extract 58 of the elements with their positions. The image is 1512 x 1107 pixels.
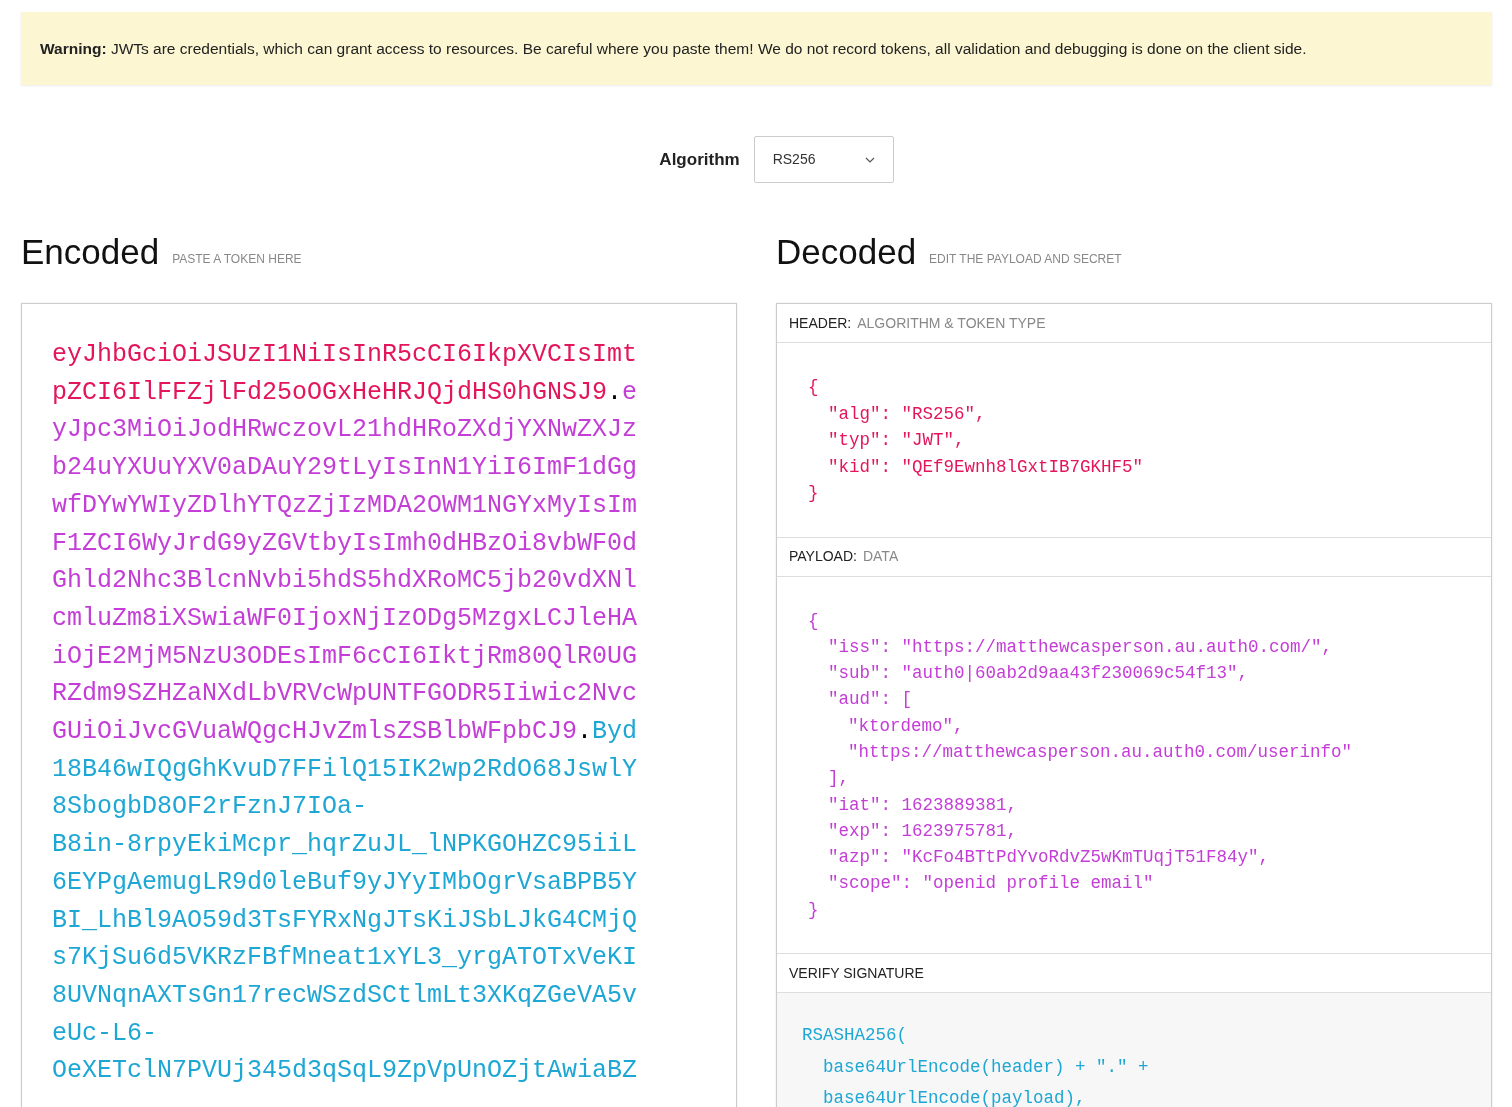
- token-signature-text: 8SbogbD8OF2rFznJ7IOa-: [52, 791, 368, 824]
- token-signature-text: Byd: [592, 716, 638, 749]
- token-payload-text: cmluZm8iXSwiaWF0IjoxNjIzODg5MzgxLCJleHA: [52, 602, 638, 635]
- json-line: }: [808, 898, 819, 922]
- algorithm-select[interactable]: RS256: [753, 136, 894, 183]
- token-payload-text: yJpc3MiOiJodHRwczovL21hdHRoZXdjYXNwZXJz: [52, 414, 638, 447]
- json-line: "sub": "auth0|60ab2d9aa43f230069c54f13",: [828, 662, 1249, 686]
- json-line: "azp": "KcFo4BTtPdYvoRdvZ5wKmTUqjT51F84y",: [828, 846, 1270, 870]
- token-payload-text: RZdm9SZHZaNXdLbVRVcWpUNTFGODR5Iiwic2Nvc: [52, 678, 638, 711]
- json-line: {: [808, 376, 819, 399]
- json-line: }: [808, 482, 819, 505]
- chevron-down-icon: [864, 156, 875, 163]
- json-line: "https://matthewcasperson.au.auth0.com/userinfo": [848, 741, 1353, 764]
- json-line: "iss": "https://matthewcasperson.au.auth0.com/",: [828, 635, 1333, 659]
- json-line: "aud": [: [828, 688, 912, 712]
- token-header-text: eyJhbGciOiJSUzI1NiIsInR5cCI6IkpXVCIsImt: [52, 339, 638, 371]
- signature-code-line: base64UrlEncode(header) + "." +: [823, 1055, 1149, 1079]
- json-line: "kid": "QEf9Ewnh8lGxtIB7GKHF5": [828, 455, 1144, 479]
- token-separator-text: .: [607, 376, 623, 409]
- token-signature-text: 6EYPgAemugLR9d0leBuf9yJYyIMbOgrVsaBPB5Y: [52, 866, 638, 899]
- token-header-text: pZCI6IlFFZjlFd25oOGxHeHRJQjdHS0hGNSJ9: [52, 376, 608, 409]
- json-line: "exp": 1623975781,: [828, 819, 1018, 843]
- section-sublabel: ALGORITHM & TOKEN TYPE: [857, 313, 1046, 333]
- json-line: "typ": "JWT",: [828, 429, 965, 452]
- token-payload-text: Ghld2Nhc3BlcnNvbi5hdS5hdXRoMC5jb20vdXNl: [52, 565, 638, 598]
- section-label: VERIFY SIGNATURE: [789, 963, 924, 983]
- json-line: "alg": "RS256",: [828, 402, 986, 426]
- signature-code-line: RSASHA256(: [802, 1024, 908, 1048]
- token-signature-text: BI_LhBl9AO59d3TsFYRxNgJTsKiJSbLJkG4CMjQ: [52, 904, 638, 937]
- decoded-subtitle: EDIT THE PAYLOAD AND SECRET: [929, 251, 1122, 268]
- token-signature-text: 8UVNqnAXTsGn17recWSzdSCtlmLt3XKqZGeVA5v: [52, 979, 638, 1012]
- token-signature-text: 18B46wIQgGhKvuD7FFilQ15IK2wp2RdO68JswlY: [52, 753, 638, 786]
- json-line: "iat": 1623889381,: [828, 793, 1018, 817]
- token-payload-text: b24uYXUuYXV0aDAuY29tLyIsInN1YiI6ImF1dGg: [52, 452, 638, 485]
- token-signature-text: eUc-L6-: [52, 1017, 158, 1050]
- json-line: "ktordemo",: [848, 714, 964, 738]
- token-payload-text: F1ZCI6WyJrdG9yZGVtbyIsImh0dHBzOi8vbWF0d: [52, 527, 638, 560]
- token-signature-text: OeXETclN7PVUj345d3qSqL9ZpVpUnOZjtAwiaBZ: [52, 1055, 638, 1088]
- token-payload-text: e: [622, 376, 638, 409]
- section-sublabel: DATA: [862, 547, 899, 566]
- token-separator-text: .: [577, 716, 593, 749]
- encoded-subtitle: PASTE A TOKEN HERE: [172, 251, 302, 268]
- token-signature-text: s7KjSu6d5VKRzFBfMneat1xYL3_yrgATOTxVeKI: [52, 942, 638, 975]
- warning-text: Warning: JWTs are credentials, which can grant access to resources. Be careful where you paste them! We do not record tokens, all validation and debugging is done on the client side.: [40, 38, 1307, 59]
- section-label: HEADER:: [789, 313, 852, 333]
- encoded-heading: Encoded: [21, 233, 160, 271]
- section-label: PAYLOAD:: [789, 547, 857, 566]
- algorithm-label: Algorithm: [659, 148, 740, 171]
- encoded-token-panel[interactable]: [21, 303, 737, 1107]
- token-payload-text: wfDYwYWIyZDlhYTQzZjIzMDA2OWM1NGYxMyIsIm: [52, 489, 638, 522]
- json-line: {: [808, 609, 819, 633]
- token-payload-text: GUiOiJvcGVuaWQgcHJvZmlsZSBlbWFpbCJ9: [52, 716, 578, 749]
- json-line: ],: [828, 767, 849, 791]
- token-payload-text: iOjE2MjM5NzU3ODEsImF6cCI6IktjRm80QlR0UG: [52, 640, 638, 673]
- decoded-heading: Decoded: [776, 233, 917, 271]
- json-line: "scope": "openid profile email": [828, 872, 1154, 896]
- token-signature-text: B8in-8rpyEkiMcpr_hqrZuJL_lNPKGOHZC95iiL: [52, 829, 638, 862]
- signature-code-line: base64UrlEncode(payload),: [823, 1087, 1086, 1107]
